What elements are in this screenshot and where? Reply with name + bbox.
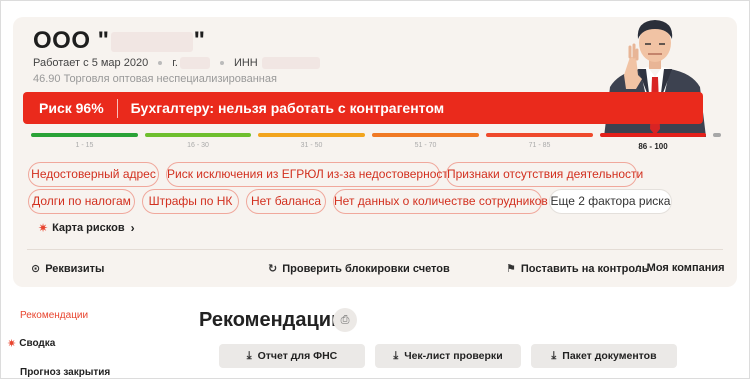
printer-icon: ⎙ — [340, 313, 350, 326]
sidebar-item-closure-forecast[interactable]: Прогноз закрытия — [20, 367, 110, 378]
check-account-blocks-button[interactable]: ↻ Проверить блокировки счетов — [268, 262, 450, 276]
risk-banner: Риск 96% Бухгалтеру: нельзя работать с к… — [23, 92, 703, 124]
inn-label: ИНН — [233, 57, 258, 69]
section-title: Рекомендации — [199, 309, 344, 331]
checklist-button[interactable]: ⤓ Чек-лист проверки — [375, 344, 521, 368]
scale-segment-label: 16 - 30 — [187, 142, 209, 149]
city-prefix: г. — [172, 57, 178, 69]
risk-factor-chip[interactable]: Штрафы по НК — [142, 189, 239, 214]
fns-report-label: Отчет для ФНС — [257, 350, 338, 362]
scale-segment-bar — [486, 133, 593, 137]
scale-segment-bar — [258, 133, 365, 137]
checklist-label: Чек-лист проверки — [404, 350, 503, 362]
risk-separator — [116, 98, 118, 118]
refresh-icon: ↻ — [268, 263, 278, 275]
sidebar-item-label: Сводка — [19, 338, 56, 349]
scale-segment-bar — [31, 133, 138, 137]
documents-package-label: Пакет документов — [562, 350, 657, 362]
risk-factor-chip[interactable]: Недостоверный адрес — [28, 162, 159, 187]
risk-map-label: Карта рисков — [52, 222, 125, 234]
risk-factor-chip[interactable]: Признаки отсутствия деятельности — [446, 162, 643, 187]
sidebar-item-summary[interactable]: ✷ Сводка — [7, 337, 55, 350]
more-dots-icon: ⊙ — [31, 263, 41, 275]
redacted-company-name — [110, 31, 193, 52]
chevron-right-icon: › — [130, 221, 135, 235]
download-icon: ⤓ — [393, 349, 399, 362]
okved-activity: 46.90 Торговля оптовая неспециализирован… — [33, 73, 277, 85]
registration-date: Работает с 5 мар 2020 — [33, 57, 149, 69]
my-company-button[interactable]: ⌂ Моя компания — [635, 262, 725, 274]
scale-segment-bar — [372, 133, 479, 137]
more-risk-factors-button[interactable]: Еще 2 фактора риска — [549, 189, 672, 214]
scale-segment: 31 - 50 — [258, 133, 365, 149]
scale-segment-label: 51 - 70 — [414, 142, 437, 149]
company-name-suffix: " — [193, 27, 206, 54]
gear-icon: ✷ — [7, 338, 17, 350]
scale-segment: 86 - 100 — [600, 133, 706, 151]
flag-icon: ⚑ — [506, 263, 516, 275]
requisites-button[interactable]: ⊙ Реквизиты — [31, 262, 105, 276]
scale-segment-label: 31 - 50 — [300, 142, 323, 149]
documents-package-button[interactable]: ⤓ Пакет документов — [531, 344, 677, 368]
scale-segment-label: 1 - 15 — [75, 142, 94, 149]
check-account-blocks-label: Проверить блокировки счетов — [282, 262, 450, 275]
risk-percent: Риск 96% — [39, 100, 104, 116]
scale-segment-bar — [713, 133, 721, 137]
card-divider — [27, 249, 723, 250]
risk-factor-chip[interactable]: Нет данных о количестве сотрудников — [333, 189, 548, 214]
fns-report-button[interactable]: ⤓ Отчет для ФНС — [219, 344, 365, 368]
risk-factor-chip[interactable]: Риск исключения из ЕГРЮЛ из-за недостове… — [166, 162, 455, 187]
scale-segment: 1 - 15 — [31, 133, 138, 149]
print-button[interactable]: ⎙ — [333, 308, 357, 332]
download-icon: ⤓ — [246, 349, 252, 362]
home-icon: ⌂ — [635, 262, 642, 274]
scale-segment-label: 86 - 100 — [638, 142, 668, 151]
scale-segment: 16 - 30 — [145, 133, 251, 149]
company-meta: Работает с 5 мар 2020 г. ИНН — [33, 57, 320, 69]
scale-segment — [713, 133, 721, 148]
scale-segment: 71 - 85 — [486, 133, 593, 149]
redacted-inn — [261, 57, 320, 69]
scale-segment: 51 - 70 — [372, 133, 479, 149]
separator-dot — [158, 61, 163, 65]
download-icon: ⤓ — [551, 349, 557, 362]
separator-dot — [219, 61, 224, 65]
gear-icon: ✷ — [38, 221, 49, 235]
my-company-label: Моя компания — [646, 262, 725, 274]
monitor-label: Поставить на контроль — [520, 262, 649, 275]
risk-scale: 1 - 15 16 - 30 31 - 50 51 - 70 71 - 85 8… — [31, 133, 721, 163]
company-card: ООО " " Работает с 5 мар 2020 г. ИНН 46.9… — [13, 17, 737, 287]
monitor-button[interactable]: ⚑ Поставить на контроль — [506, 262, 649, 276]
risk-map-link[interactable]: ✷ Карта рисков › — [38, 221, 135, 235]
redacted-city — [179, 57, 210, 69]
sidebar-item-recommendations[interactable]: Рекомендации — [20, 310, 88, 321]
scale-segment-bar — [145, 133, 251, 137]
risk-factor-chip[interactable]: Долги по налогам — [28, 189, 135, 214]
company-name-prefix: ООО " — [33, 27, 110, 54]
company-name: ООО " " — [33, 27, 205, 55]
scale-segment-bar — [600, 133, 706, 137]
risk-message: Бухгалтеру: нельзя работать с контрагент… — [130, 100, 445, 116]
scale-segment-label: 71 - 85 — [528, 142, 551, 149]
requisites-label: Реквизиты — [45, 262, 105, 275]
risk-factor-chip[interactable]: Нет баланса — [246, 189, 326, 214]
